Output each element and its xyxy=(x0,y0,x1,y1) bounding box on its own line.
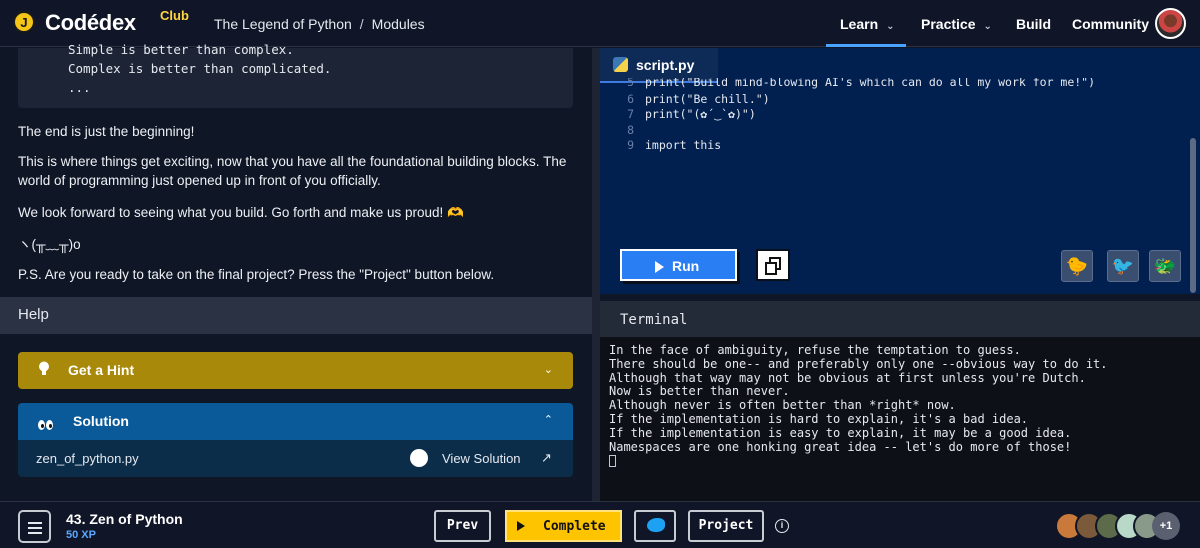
terminal-line: Although that way may not be obvious at … xyxy=(609,370,1086,385)
logo[interactable]: Codédex xyxy=(45,10,136,36)
complete-label: Complete xyxy=(543,519,606,534)
line-number: 6 xyxy=(627,92,634,106)
chevron-down-icon: ⌄ xyxy=(886,21,895,32)
lightbulb-icon xyxy=(39,361,49,375)
bottom-bar: 43. Zen of Python 50 XP Prev Complete Pr… xyxy=(0,501,1200,548)
play-icon xyxy=(655,261,664,273)
terminal-line: Although never is often better than *rig… xyxy=(609,398,956,413)
breadcrumb-separator: / xyxy=(359,16,364,32)
lesson-paragraph: This is where things get exciting, now t… xyxy=(18,154,567,188)
lesson-paragraph: We look forward to seeing what you build… xyxy=(18,205,464,220)
solution-accordion[interactable]: Solution ⌃ xyxy=(18,403,573,440)
code-line: 9 import this xyxy=(600,138,1200,153)
code-line: 6 print("Be chill.") xyxy=(600,92,1200,107)
terminal-line: In the face of ambiguity, refuse the tem… xyxy=(609,343,1021,357)
code-snippet-line: Complex is better than complicated. xyxy=(68,61,332,76)
code-snippet-line: ... xyxy=(68,80,91,95)
list-icon xyxy=(28,522,42,524)
code-snippet: Simple is better than complex. Complex i… xyxy=(18,42,573,108)
run-label: Run xyxy=(672,258,700,274)
editor-tab-label: script.py xyxy=(636,57,695,73)
nav-learn-label: Learn xyxy=(840,16,879,32)
eyes-icon xyxy=(38,417,54,435)
copy-icon-back xyxy=(765,262,777,275)
terminal-line: If the implementation is hard to explain… xyxy=(609,411,1029,426)
solution-label: Solution xyxy=(73,413,129,429)
line-number: 5 xyxy=(627,78,634,89)
copy-button[interactable] xyxy=(756,249,790,281)
code-editor[interactable]: script.py 5 print("Build mind-blowing AI… xyxy=(600,48,1200,294)
hint-label: Get a Hint xyxy=(68,362,135,378)
code-line: 5 print("Build mind-blowing AI's which c… xyxy=(600,78,1200,92)
nav-practice-label: Practice xyxy=(921,16,976,32)
chevron-down-icon: ⌄ xyxy=(983,21,992,32)
terminal-panel: Terminal In the face of ambiguity, refus… xyxy=(600,301,1200,501)
view-solution-link[interactable]: View Solution xyxy=(442,451,521,466)
lesson-title: 43. Zen of Python xyxy=(66,511,183,527)
nav-build[interactable]: Build xyxy=(1016,16,1051,32)
panel-divider[interactable] xyxy=(592,48,600,501)
pet-dragon-icon[interactable]: 🐲 xyxy=(1149,250,1181,282)
code-line: 8 xyxy=(600,123,1200,138)
terminal-line: If the implementation is easy to explain… xyxy=(609,425,1072,440)
breadcrumb-modules[interactable]: Modules xyxy=(372,16,425,32)
nav-active-indicator xyxy=(826,44,906,47)
terminal-line: There should be one-- and preferably onl… xyxy=(609,356,1108,371)
lesson-paragraph: The end is just the beginning! xyxy=(18,124,195,139)
lesson-paragraph: P.S. Are you ready to take on the final … xyxy=(18,267,495,282)
external-link-icon[interactable]: ↗ xyxy=(541,450,552,466)
code-text: print("(✿´‿`✿)") xyxy=(645,107,756,121)
terminal-output: In the face of ambiguity, refuse the tem… xyxy=(609,343,1108,468)
nav-community[interactable]: Community xyxy=(1072,16,1149,32)
play-icon xyxy=(517,521,525,531)
breadcrumb: The Legend of Python / Modules xyxy=(214,16,425,32)
line-number: 9 xyxy=(627,138,634,152)
pet-bird-icon[interactable]: 🐦 xyxy=(1107,250,1139,282)
code-snippet-line: Simple is better than complex. xyxy=(68,42,294,57)
github-icon xyxy=(410,449,428,467)
help-title: Help xyxy=(18,306,49,323)
list-icon-line xyxy=(28,532,42,534)
complete-button[interactable]: Complete xyxy=(505,510,622,542)
terminal-cursor[interactable] xyxy=(609,454,616,467)
code-text: import this xyxy=(645,138,722,152)
solution-filename: zen_of_python.py xyxy=(36,451,139,466)
lesson-menu-button[interactable] xyxy=(18,510,51,543)
list-icon-line xyxy=(28,527,42,529)
pet-duck-icon[interactable]: 🐤 xyxy=(1061,250,1093,282)
code-text: print("Build mind-blowing AI's which can… xyxy=(645,78,1096,89)
info-icon[interactable]: i xyxy=(775,519,789,533)
user-avatar[interactable] xyxy=(1155,8,1186,39)
nav-practice[interactable]: Practice ⌄ xyxy=(921,16,992,32)
terminal-title: Terminal xyxy=(620,312,688,328)
solution-row: zen_of_python.py View Solution ↗ xyxy=(18,440,573,477)
logo-badge[interactable]: J xyxy=(13,11,35,33)
logo-club-label: Club xyxy=(160,8,189,23)
project-button[interactable]: Project xyxy=(688,510,764,542)
line-number: 8 xyxy=(627,123,634,137)
line-number: 7 xyxy=(627,107,634,121)
run-button[interactable]: Run xyxy=(620,249,737,281)
chevron-down-icon: ⌄ xyxy=(543,364,553,376)
terminal-header: Terminal xyxy=(600,301,1200,337)
help-header: Help xyxy=(0,297,592,334)
more-avatars-badge[interactable]: +1 xyxy=(1152,512,1180,540)
top-nav: J Codédex Club The Legend of Python / Modu… xyxy=(0,0,1200,47)
lesson-xp: 50 XP xyxy=(66,529,96,541)
python-icon xyxy=(613,57,628,72)
code-text: print("Be chill.") xyxy=(645,92,770,106)
breadcrumb-course[interactable]: The Legend of Python xyxy=(214,16,352,32)
twitter-icon xyxy=(647,518,665,532)
prev-button[interactable]: Prev xyxy=(434,510,491,542)
code-line: 7 print("(✿´‿`✿)") xyxy=(600,107,1200,122)
twitter-share-button[interactable] xyxy=(634,510,676,542)
terminal-line: Now is better than never. xyxy=(609,384,790,399)
kaomoji: ヽ(╥﹏╥)o xyxy=(18,237,81,252)
terminal-line: Namespaces are one honking great idea --… xyxy=(609,439,1072,454)
get-hint-accordion[interactable]: Get a Hint ⌄ xyxy=(18,352,573,389)
chevron-up-icon: ⌃ xyxy=(543,414,553,426)
lesson-panel: Simple is better than complex. Complex i… xyxy=(0,42,592,501)
editor-scrollbar[interactable] xyxy=(1190,138,1196,293)
nav-learn[interactable]: Learn ⌄ xyxy=(840,16,895,32)
